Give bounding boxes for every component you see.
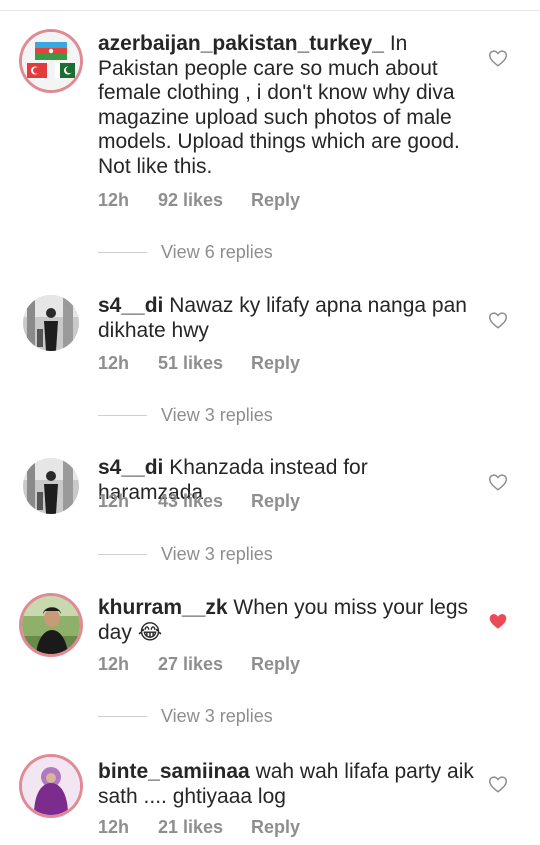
view-replies[interactable]: View 3 replies <box>98 403 398 427</box>
person-photo-icon <box>23 458 79 514</box>
comment-time: 12h <box>98 353 130 373</box>
comment-time: 12h <box>98 190 130 210</box>
view-replies-label[interactable]: View 3 replies <box>161 704 273 728</box>
avatar[interactable] <box>19 593 83 657</box>
avatar-image <box>23 295 79 351</box>
avatar[interactable] <box>23 295 79 351</box>
reply-button[interactable]: Reply <box>251 489 300 513</box>
view-replies-label[interactable]: View 6 replies <box>161 240 273 264</box>
replies-divider <box>98 716 147 717</box>
comment-likes[interactable]: 92 likes <box>158 188 223 212</box>
comment-likes[interactable]: 43 likes <box>158 489 223 513</box>
comment-username[interactable]: binte_samiinaa <box>98 760 250 783</box>
avatar[interactable] <box>19 29 83 93</box>
comment-text: azerbaijan_pakistan_turkey_ In Pakistan … <box>98 32 478 179</box>
avatar-image <box>22 32 80 90</box>
replies-divider <box>98 415 147 416</box>
person-photo-icon <box>22 596 80 654</box>
replies-divider <box>98 554 147 555</box>
person-photo-icon <box>23 295 79 351</box>
comment-username[interactable]: khurram__zk <box>98 596 228 619</box>
comment-text: s4__di Nawaz ky lifafy apna nanga pan di… <box>98 294 478 343</box>
heart-outline-icon[interactable] <box>487 309 509 331</box>
view-replies[interactable]: View 3 replies <box>98 704 398 728</box>
avatar-image <box>22 596 80 654</box>
view-replies[interactable]: View 3 replies <box>98 542 398 566</box>
view-replies[interactable]: View 6 replies <box>98 240 398 264</box>
heart-outline-icon[interactable] <box>487 47 509 69</box>
top-divider <box>0 10 540 11</box>
reply-button[interactable]: Reply <box>251 815 300 839</box>
comment-likes[interactable]: 51 likes <box>158 351 223 375</box>
heart-outline-icon[interactable] <box>487 471 509 493</box>
comment-time: 12h <box>98 654 130 674</box>
reply-button[interactable]: Reply <box>251 188 300 212</box>
avatar[interactable] <box>23 458 79 514</box>
comment-time: 12h <box>98 491 130 511</box>
avatar-image <box>22 757 80 815</box>
comment-username[interactable]: s4__di <box>98 456 163 479</box>
avatar-image <box>23 458 79 514</box>
person-photo-icon <box>22 757 80 815</box>
heart-filled-icon[interactable] <box>487 610 509 632</box>
comment-text: binte_samiinaa wah wah lifafa party aik … <box>98 760 478 809</box>
comment-time: 12h <box>98 817 130 837</box>
comment-username[interactable]: azerbaijan_pakistan_turkey_ <box>98 32 384 55</box>
reply-button[interactable]: Reply <box>251 652 300 676</box>
reply-button[interactable]: Reply <box>251 351 300 375</box>
comment-likes[interactable]: 21 likes <box>158 815 223 839</box>
comment-username[interactable]: s4__di <box>98 294 163 317</box>
heart-outline-icon[interactable] <box>487 773 509 795</box>
comment-likes[interactable]: 27 likes <box>158 652 223 676</box>
view-replies-label[interactable]: View 3 replies <box>161 403 273 427</box>
laughing-emoji-icon: 😂 <box>137 620 163 644</box>
flags-avatar-icon <box>22 32 80 90</box>
avatar[interactable] <box>19 754 83 818</box>
comment-text: khurram__zk When you miss your legs day … <box>98 596 478 645</box>
replies-divider <box>98 252 147 253</box>
view-replies-label[interactable]: View 3 replies <box>161 542 273 566</box>
